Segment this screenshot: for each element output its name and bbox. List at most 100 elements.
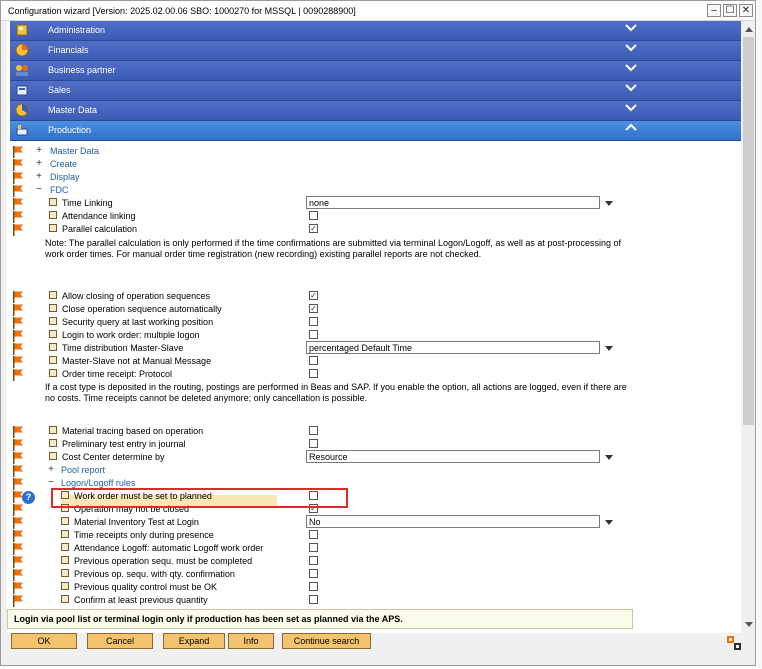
section-sales[interactable]: Sales [10, 81, 741, 101]
setting-bullet-icon [49, 198, 57, 206]
section-administration[interactable]: Administration [10, 21, 741, 41]
chevron-down-icon[interactable] [624, 62, 638, 74]
tree-label[interactable]: Logon/Logoff rules [61, 478, 135, 488]
time-linking-dropdown[interactable]: none [306, 196, 613, 209]
help-icon[interactable]: ? [22, 491, 35, 504]
tree-label[interactable]: Display [50, 172, 80, 182]
time-receipts-presence-checkbox[interactable] [309, 530, 318, 539]
expand-button[interactable]: Expand [163, 633, 225, 649]
setting-label: Time distribution Master-Slave [62, 343, 184, 353]
tree-label[interactable]: Pool report [61, 465, 105, 475]
time-distribution-dropdown[interactable]: percentaged Default Time [306, 341, 613, 354]
section-production[interactable]: Production [10, 121, 741, 141]
section-master-data[interactable]: Master Data [10, 101, 741, 121]
previous-qty-confirmation-checkbox[interactable] [309, 569, 318, 578]
setting-label: Master-Slave not at Manual Message [62, 356, 212, 366]
chevron-down-icon[interactable] [624, 82, 638, 94]
chevron-down-icon[interactable] [624, 102, 638, 114]
parallel-calculation-checkbox[interactable]: ✓ [309, 224, 318, 233]
setting-label: Cost Center determine by [62, 452, 165, 462]
tree-node-master-data[interactable]: + Master Data [10, 145, 741, 158]
scroll-thumb[interactable] [743, 37, 754, 425]
expand-icon[interactable]: + [35, 171, 43, 182]
button-bar: OK Cancel Expand Info Continue search [1, 633, 755, 665]
section-label: Master Data [48, 105, 98, 115]
material-tracing-checkbox[interactable] [309, 426, 318, 435]
minimize-button[interactable]: – [707, 4, 721, 17]
tree-node-create[interactable]: + Create [10, 158, 741, 171]
scroll-up-icon[interactable] [745, 27, 753, 32]
allow-closing-checkbox[interactable]: ✓ [309, 291, 318, 300]
setting-label: Confirm at least previous quantity [74, 595, 208, 605]
confirm-previous-quantity-checkbox[interactable] [309, 595, 318, 604]
security-query-checkbox[interactable] [309, 317, 318, 326]
setting-label: Security query at last working position [62, 317, 214, 327]
expand-icon[interactable]: + [35, 145, 43, 156]
tree-node-pool-report[interactable]: + Pool report [10, 464, 741, 477]
setting-bullet-icon [49, 452, 57, 460]
close-button[interactable]: ✕ [739, 4, 753, 17]
business-partner-icon [16, 65, 28, 76]
setting-row: Attendance Logoff: automatic Logoff work… [10, 542, 741, 555]
title-bar[interactable]: Configuration wizard [Version: 2025.02.0… [1, 1, 755, 21]
flag-icon [13, 439, 23, 451]
previous-operation-completed-checkbox[interactable] [309, 556, 318, 565]
close-automatically-checkbox[interactable]: ✓ [309, 304, 318, 313]
multiple-logon-checkbox[interactable] [309, 330, 318, 339]
window-title: Configuration wizard [Version: 2025.02.0… [8, 6, 356, 16]
setting-row: Order time receipt: Protocol [10, 368, 741, 381]
vertical-scrollbar[interactable] [742, 21, 755, 633]
configuration-wizard-window: Configuration wizard [Version: 2025.02.0… [0, 0, 756, 666]
dropdown-arrow-icon[interactable] [605, 520, 613, 525]
preliminary-test-checkbox[interactable] [309, 439, 318, 448]
section-financials[interactable]: Financials [10, 41, 741, 61]
flag-icon [13, 172, 23, 184]
continue-search-button[interactable]: Continue search [282, 633, 371, 649]
attendance-linking-checkbox[interactable] [309, 211, 318, 220]
flag-icon [13, 504, 23, 516]
flag-icon [13, 517, 23, 529]
tree-label[interactable]: Master Data [50, 146, 99, 156]
scroll-down-icon[interactable] [745, 622, 753, 627]
section-business-partner[interactable]: Business partner [10, 61, 741, 81]
flag-icon [13, 356, 23, 368]
flag-icon [13, 146, 23, 158]
setting-bullet-icon [49, 356, 57, 364]
cancel-button[interactable]: Cancel [87, 633, 153, 649]
previous-quality-checkbox[interactable] [309, 582, 318, 591]
setting-row: Previous operation sequ. must be complet… [10, 555, 741, 568]
collapse-icon[interactable]: − [35, 184, 43, 195]
dropdown-arrow-icon[interactable] [605, 455, 613, 460]
expand-icon[interactable]: + [47, 464, 55, 475]
tree-label[interactable]: FDC [50, 185, 69, 195]
setting-row: Security query at last working position [10, 316, 741, 329]
setting-label: Material Inventory Test at Login [74, 517, 199, 527]
setting-row: Previous op. sequ. with qty. confirmatio… [10, 568, 741, 581]
chevron-down-icon[interactable] [624, 22, 638, 34]
note-cost-type: If a cost type is deposited in the routi… [45, 382, 627, 403]
tree-label[interactable]: Create [50, 159, 77, 169]
setting-label: Allow closing of operation sequences [62, 291, 211, 301]
dropdown-arrow-icon[interactable] [605, 346, 613, 351]
cost-center-dropdown[interactable]: Resource [306, 450, 613, 463]
flag-icon [13, 369, 23, 381]
chevron-down-icon[interactable] [624, 42, 638, 54]
info-button[interactable]: Info [228, 633, 274, 649]
flag-icon [13, 304, 23, 316]
flag-icon [13, 198, 23, 210]
setting-row: Master-Slave not at Manual Message [10, 355, 741, 368]
maximize-button[interactable]: ☐ [723, 4, 737, 17]
order-time-protocol-checkbox[interactable] [309, 369, 318, 378]
tree-node-display[interactable]: + Display [10, 171, 741, 184]
collapse-icon[interactable]: − [47, 477, 55, 488]
master-slave-manual-checkbox[interactable] [309, 356, 318, 365]
chevron-up-icon[interactable] [624, 122, 638, 134]
material-inventory-dropdown[interactable]: No [306, 515, 613, 528]
ok-button[interactable]: OK [11, 633, 77, 649]
expand-icon[interactable]: + [35, 158, 43, 169]
attendance-logoff-checkbox[interactable] [309, 543, 318, 552]
setting-bullet-icon [49, 369, 57, 377]
dropdown-arrow-icon[interactable] [605, 201, 613, 206]
sales-icon [16, 85, 28, 96]
flag-icon [13, 224, 23, 236]
